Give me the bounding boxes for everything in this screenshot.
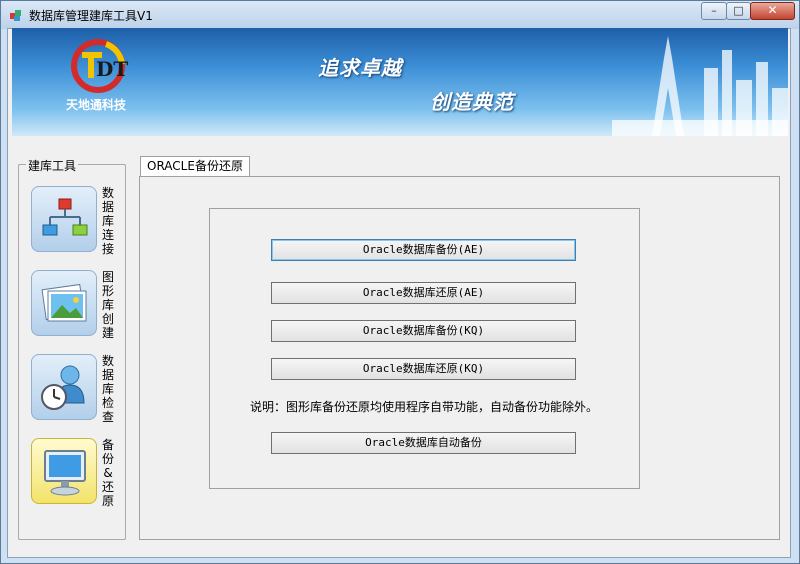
graph-lib-create-label: 图形库创建 bbox=[101, 270, 114, 340]
oracle-restore-ae-button[interactable]: Oracle数据库还原(AE) bbox=[271, 282, 576, 304]
company-name: 天地通科技 bbox=[66, 98, 127, 112]
svg-text:DT: DT bbox=[96, 57, 128, 81]
window-title: 数据库管理建库工具V1 bbox=[29, 9, 153, 23]
tab-oracle-backup-restore[interactable]: ORACLE备份还原 bbox=[140, 156, 250, 176]
monitor-icon bbox=[44, 450, 86, 496]
picture-icon bbox=[41, 283, 87, 322]
close-button[interactable]: ✕ bbox=[750, 2, 795, 20]
city-skyline-image bbox=[612, 36, 788, 136]
graph-lib-create-button[interactable] bbox=[31, 270, 97, 336]
title-bar[interactable]: 数据库管理建库工具V1 – □ ✕ bbox=[1, 1, 799, 29]
tdt-logo-icon: DT bbox=[71, 39, 128, 93]
user-clock-icon bbox=[41, 365, 85, 410]
instruction-note: 说明：图形库备份还原均使用程序自带功能，自动备份功能除外。 bbox=[250, 400, 599, 414]
oracle-backup-ae-button[interactable]: Oracle数据库备份(AE) bbox=[271, 239, 576, 261]
network-diagram-icon bbox=[42, 198, 88, 236]
slogan-line-2: 创造典范 bbox=[430, 90, 514, 114]
oracle-backup-kq-button[interactable]: Oracle数据库备份(KQ) bbox=[271, 320, 576, 342]
db-connect-label: 数据库连接 bbox=[101, 186, 114, 256]
backup-restore-button[interactable] bbox=[31, 438, 97, 504]
app-icon bbox=[10, 10, 21, 21]
minimize-button[interactable]: – bbox=[701, 2, 727, 20]
db-connect-button[interactable] bbox=[31, 186, 97, 252]
maximize-button[interactable]: □ bbox=[726, 2, 751, 20]
tools-group-title: 建库工具 bbox=[26, 157, 79, 174]
db-check-label: 数据库检查 bbox=[101, 354, 114, 424]
oracle-restore-kq-button[interactable]: Oracle数据库还原(KQ) bbox=[271, 358, 576, 380]
slogan-line-1: 追求卓越 bbox=[318, 56, 402, 80]
header-banner: DT 天地通科技 追求卓越 创造典范 bbox=[12, 28, 788, 136]
oracle-auto-backup-button[interactable]: Oracle数据库自动备份 bbox=[271, 432, 576, 454]
db-check-button[interactable] bbox=[31, 354, 97, 420]
backup-restore-label: 备份&还原 bbox=[101, 438, 114, 508]
